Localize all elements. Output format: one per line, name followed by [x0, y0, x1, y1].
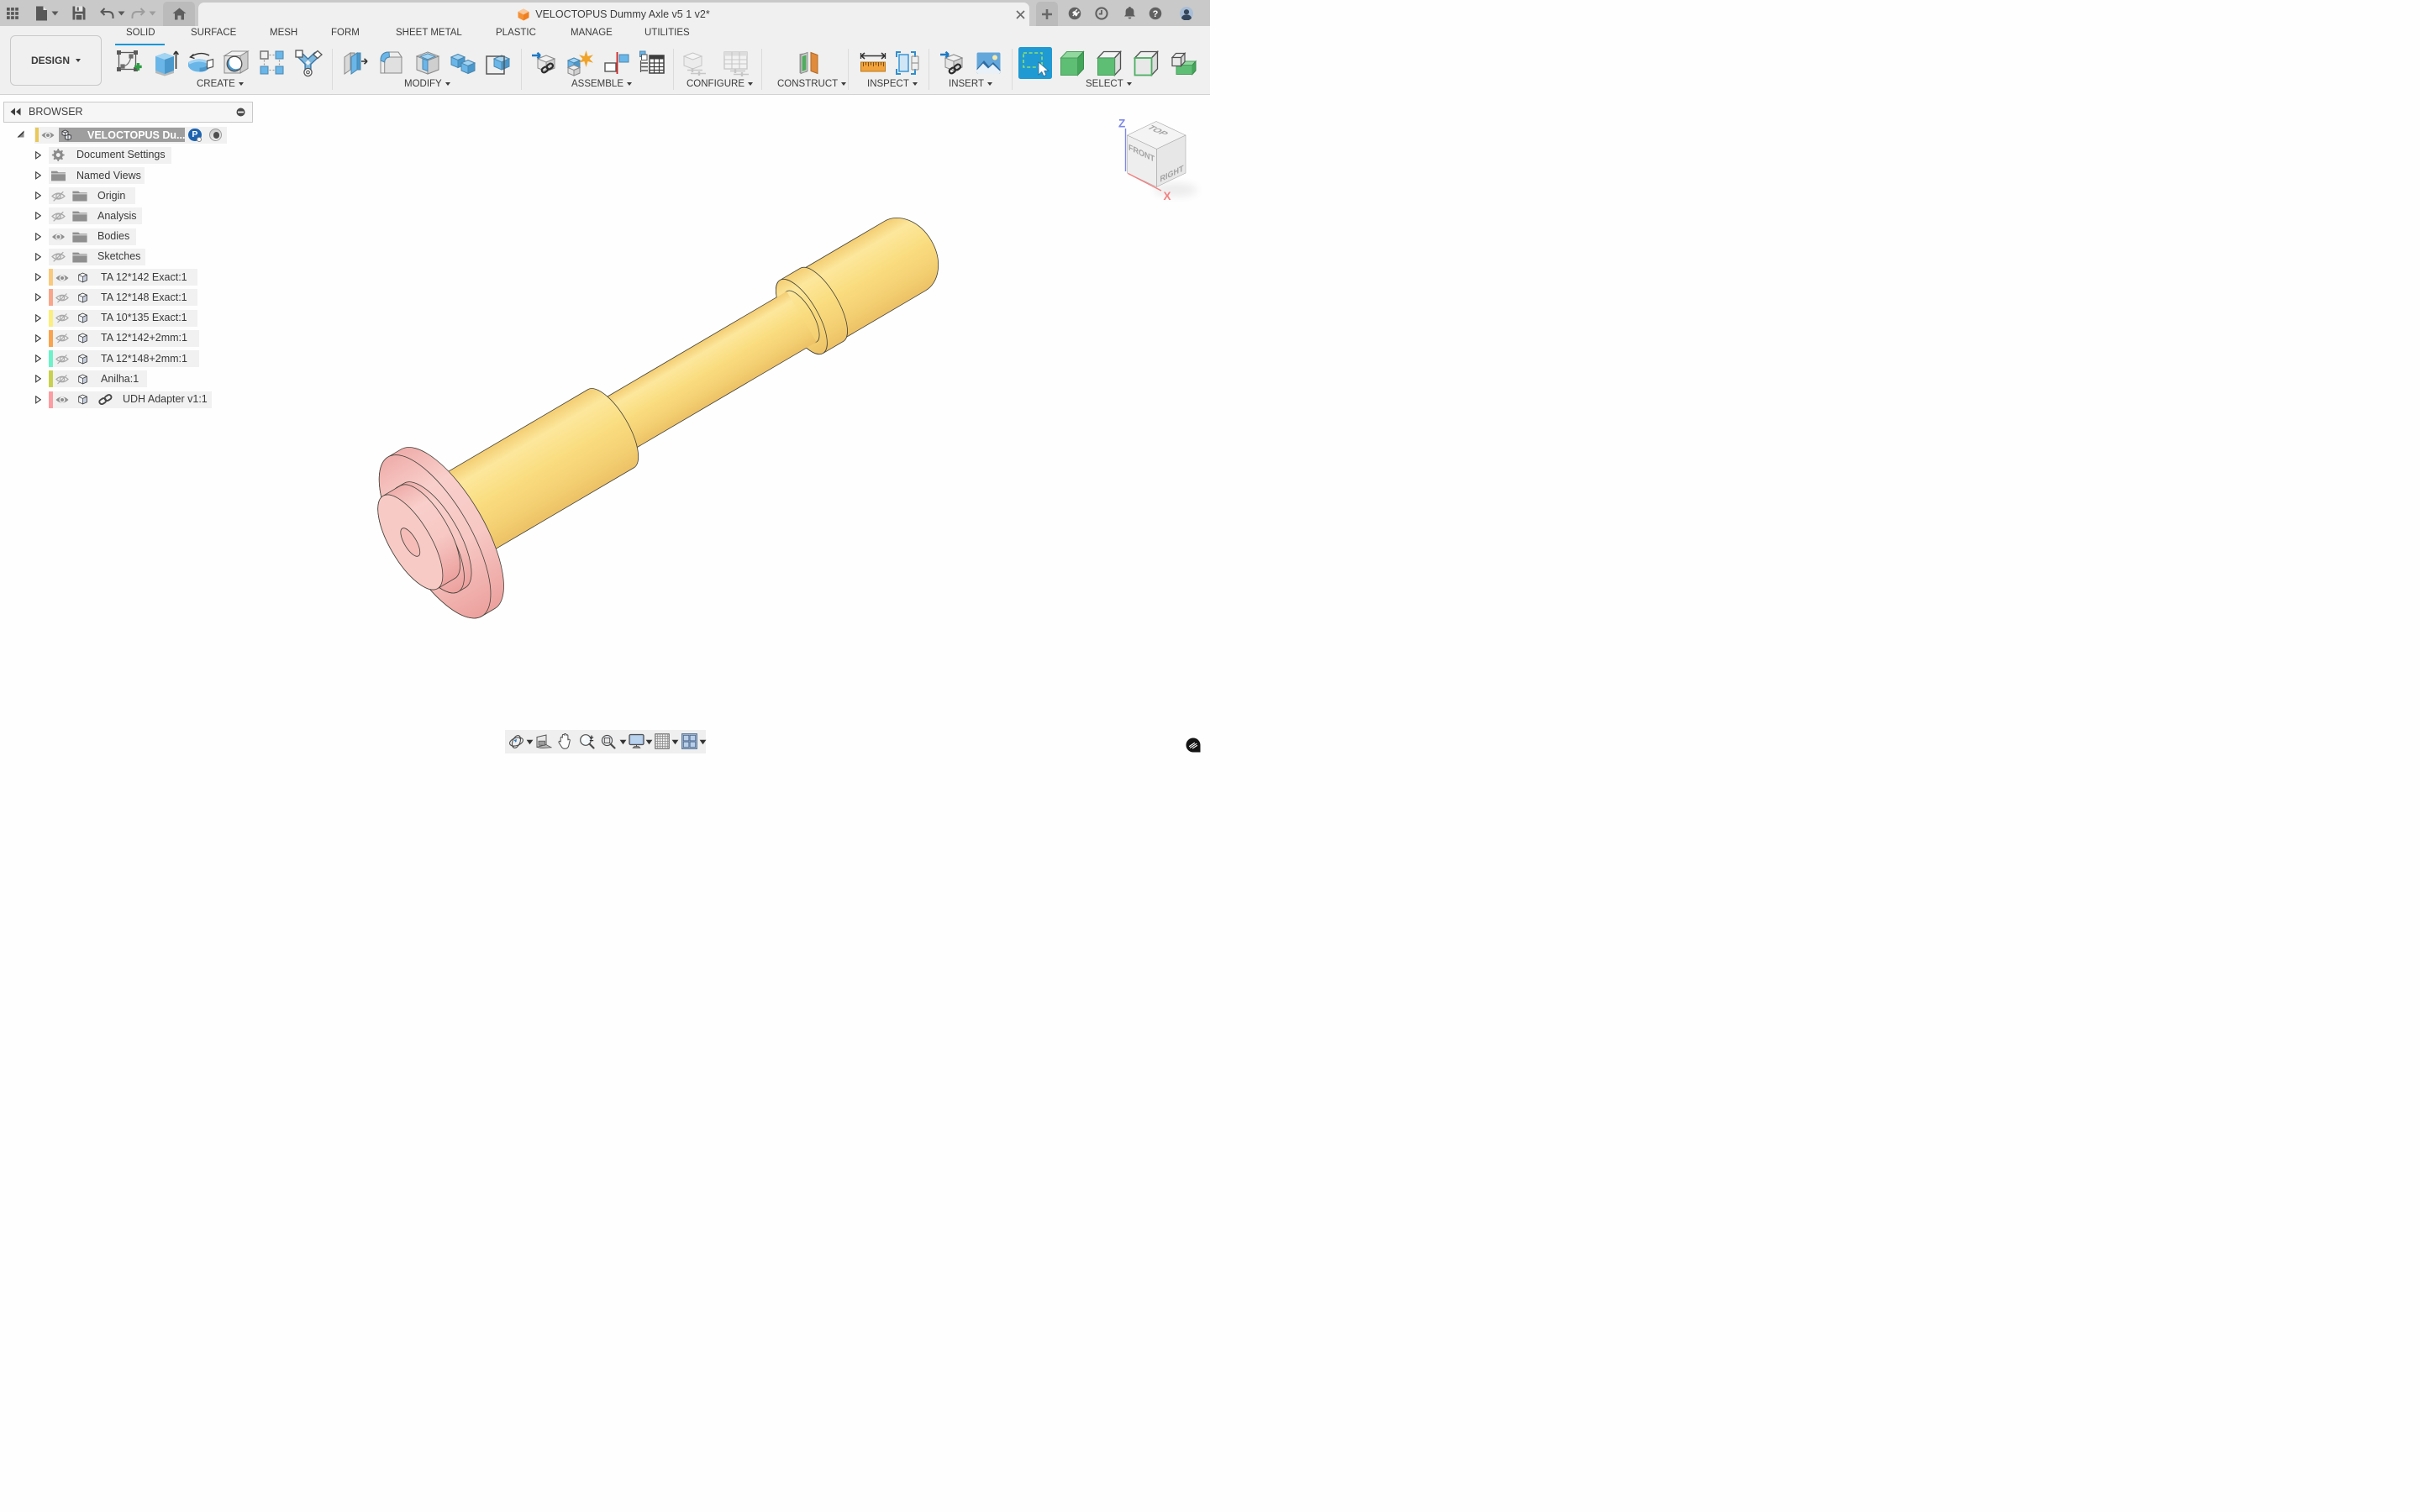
- svg-text:Z: Z: [1118, 118, 1125, 130]
- svg-text:X: X: [1164, 190, 1171, 202]
- svg-text:?: ?: [1153, 9, 1159, 19]
